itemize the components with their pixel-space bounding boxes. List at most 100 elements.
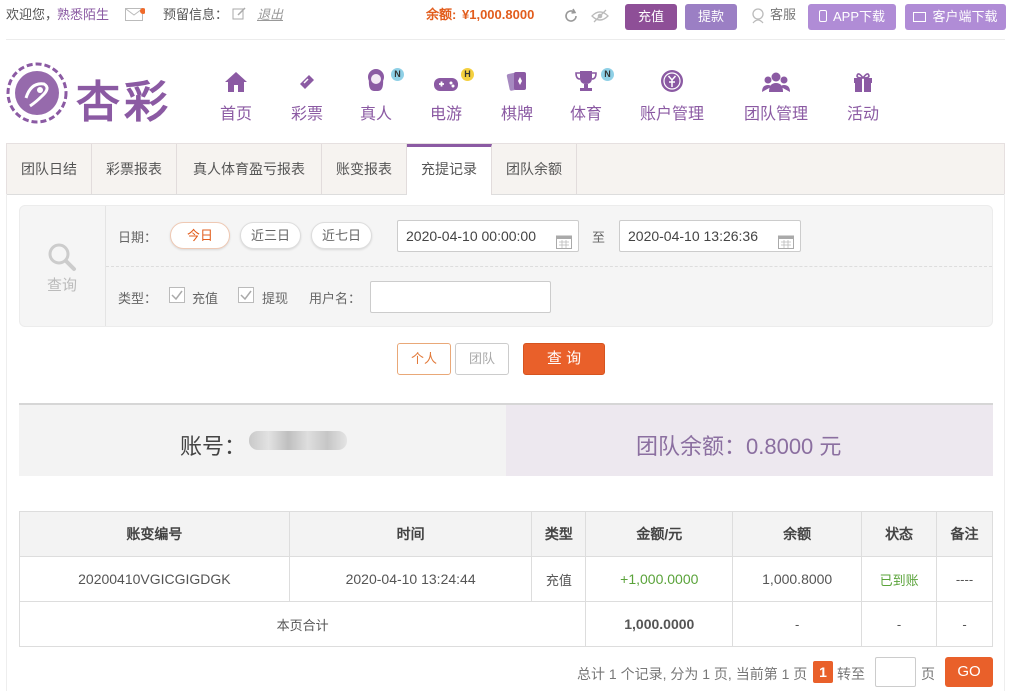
- tab-account-change[interactable]: 账变报表: [322, 144, 407, 194]
- end-date-input[interactable]: 2020-04-10 13:26:36: [619, 220, 801, 252]
- nav-label: 彩票: [290, 106, 323, 123]
- balance-value: ¥1,000.8000: [462, 7, 535, 22]
- phone-icon: [818, 10, 827, 22]
- end-date-value: 2020-04-10 13:26:36: [628, 228, 758, 244]
- gamepad-icon: H: [433, 68, 474, 96]
- tab-deposit-withdraw[interactable]: 充提记录: [407, 144, 492, 195]
- search-icon: [47, 242, 77, 275]
- table-row: 20200410VGICGIGDGK 2020-04-10 13:24:44 充…: [19, 556, 993, 602]
- filter-divider: [106, 266, 992, 267]
- username-label: 用户名：: [309, 291, 362, 306]
- page-total-status: -: [861, 601, 938, 647]
- nav-home[interactable]: 首页: [216, 70, 256, 124]
- cards-icon: [505, 69, 529, 96]
- nav-sports[interactable]: N 体育: [566, 68, 614, 124]
- tab-live-sports-profit[interactable]: 真人体育盈亏报表: [177, 144, 322, 194]
- ticket-icon: [296, 71, 318, 96]
- current-page[interactable]: 1: [813, 661, 833, 683]
- cell-status: 已到账: [861, 556, 938, 602]
- cell-note: ----: [936, 556, 993, 602]
- three-days-button[interactable]: 近三日: [240, 222, 301, 249]
- tab-team-balance[interactable]: 团队余额: [492, 144, 577, 194]
- page-unit-label: 页: [921, 666, 935, 682]
- start-date-input[interactable]: 2020-04-10 00:00:00: [397, 220, 579, 252]
- team-balance-text: 团队余额：0.8000 元: [636, 434, 842, 459]
- nav-label: 团队管理: [743, 106, 808, 123]
- withdraw-button[interactable]: 提款: [685, 4, 737, 30]
- deposit-checkbox-label: 充值: [192, 291, 219, 306]
- cell-amount: +1,000.0000: [585, 556, 734, 602]
- badge-hot: H: [461, 68, 474, 81]
- withdraw-checkbox[interactable]: [238, 287, 254, 303]
- nav-label: 棋牌: [500, 106, 533, 123]
- nav-chess[interactable]: 棋牌: [497, 70, 537, 124]
- deposit-button[interactable]: 充值: [625, 4, 677, 30]
- team-icon: [762, 71, 790, 96]
- nav-lottery[interactable]: 彩票: [287, 70, 327, 124]
- table-header-row: 账变编号 时间 类型 金额/元 余额 状态 备注: [19, 511, 993, 557]
- seven-days-button[interactable]: 近七日: [311, 222, 372, 249]
- mail-icon[interactable]: [125, 8, 146, 25]
- cell-type: 充值: [531, 556, 587, 602]
- app-download-button[interactable]: APP下载: [808, 4, 896, 30]
- query-button[interactable]: 查 询: [523, 343, 605, 375]
- tab-team-daily[interactable]: 团队日结: [7, 144, 92, 194]
- nav-live[interactable]: N 真人: [356, 68, 404, 124]
- account-label: 账号：: [180, 434, 247, 459]
- reserved-info-label: 预留信息：: [163, 7, 229, 22]
- refresh-icon[interactable]: [563, 8, 579, 27]
- calendar-icon[interactable]: [556, 229, 572, 259]
- pagination-summary: 总计 1 个记录, 分为 1 页, 当前第 1 页: [577, 666, 808, 682]
- nav-account[interactable]: 账户管理: [636, 70, 708, 124]
- edit-icon[interactable]: [232, 7, 246, 24]
- logout-link[interactable]: 退出: [257, 7, 283, 23]
- col-header-type: 类型: [531, 511, 587, 557]
- deposit-checkbox[interactable]: [169, 287, 185, 303]
- page-total-amount: 1,000.0000: [585, 601, 734, 647]
- team-balance-panel: 团队余额：0.8000 元: [506, 405, 993, 476]
- logo-emblem[interactable]: [6, 62, 68, 127]
- monitor-icon: [913, 12, 927, 22]
- page-total-balance: -: [732, 601, 863, 647]
- start-date-value: 2020-04-10 00:00:00: [406, 228, 536, 244]
- date-label: 日期：: [118, 230, 158, 245]
- logo-text[interactable]: 杏彩: [76, 66, 172, 130]
- records-table: 账变编号 时间 类型 金额/元 余额 状态 备注 20200410VGICGIG…: [18, 511, 993, 647]
- nav-label: 电游: [429, 106, 462, 123]
- today-button[interactable]: 今日: [170, 222, 230, 249]
- go-button[interactable]: GO: [945, 657, 993, 687]
- hide-balance-icon[interactable]: [591, 9, 609, 26]
- team-button[interactable]: 团队: [455, 343, 509, 375]
- welcome-text: 欢迎您，: [6, 7, 59, 22]
- badge-new: N: [601, 68, 614, 81]
- col-header-amount: 金额/元: [585, 511, 734, 557]
- account-value-masked: [249, 431, 347, 450]
- goto-page-input[interactable]: [875, 657, 916, 687]
- search-label: 查询: [47, 277, 78, 294]
- balance-label: 余额:: [426, 7, 457, 22]
- col-header-note: 备注: [936, 511, 993, 557]
- nav-label: 活动: [846, 106, 879, 123]
- nav-team[interactable]: 团队管理: [740, 70, 812, 124]
- goto-label: 转至: [837, 666, 865, 682]
- tab-lottery-report[interactable]: 彩票报表: [92, 144, 177, 194]
- cell-balance: 1,000.8000: [732, 556, 863, 602]
- calendar-icon[interactable]: [778, 229, 794, 259]
- username-input[interactable]: [370, 281, 551, 313]
- service-icon[interactable]: [751, 8, 765, 27]
- type-label: 类型：: [118, 291, 158, 306]
- customer-service-link[interactable]: 客服: [770, 7, 796, 23]
- home-icon: [224, 71, 248, 96]
- nav-egame[interactable]: H 电游: [426, 68, 474, 124]
- client-download-button[interactable]: 客户端下载: [905, 4, 1006, 30]
- client-download-label: 客户端下载: [932, 9, 998, 24]
- personal-button[interactable]: 个人: [397, 343, 451, 375]
- summary-band: 账号： 团队余额：0.8000 元: [19, 403, 993, 476]
- username-link[interactable]: 熟悉陌生: [57, 7, 109, 23]
- app-download-label: APP下载: [832, 9, 885, 24]
- nav-promotions[interactable]: 活动: [843, 70, 883, 124]
- top-bar: 欢迎您， 熟悉陌生 预留信息： 退出 余额: ¥1,000.8000 充值 提款…: [0, 0, 1011, 36]
- col-header-status: 状态: [861, 511, 938, 557]
- col-header-transaction-id: 账变编号: [19, 511, 290, 557]
- account-panel: 账号：: [19, 405, 506, 476]
